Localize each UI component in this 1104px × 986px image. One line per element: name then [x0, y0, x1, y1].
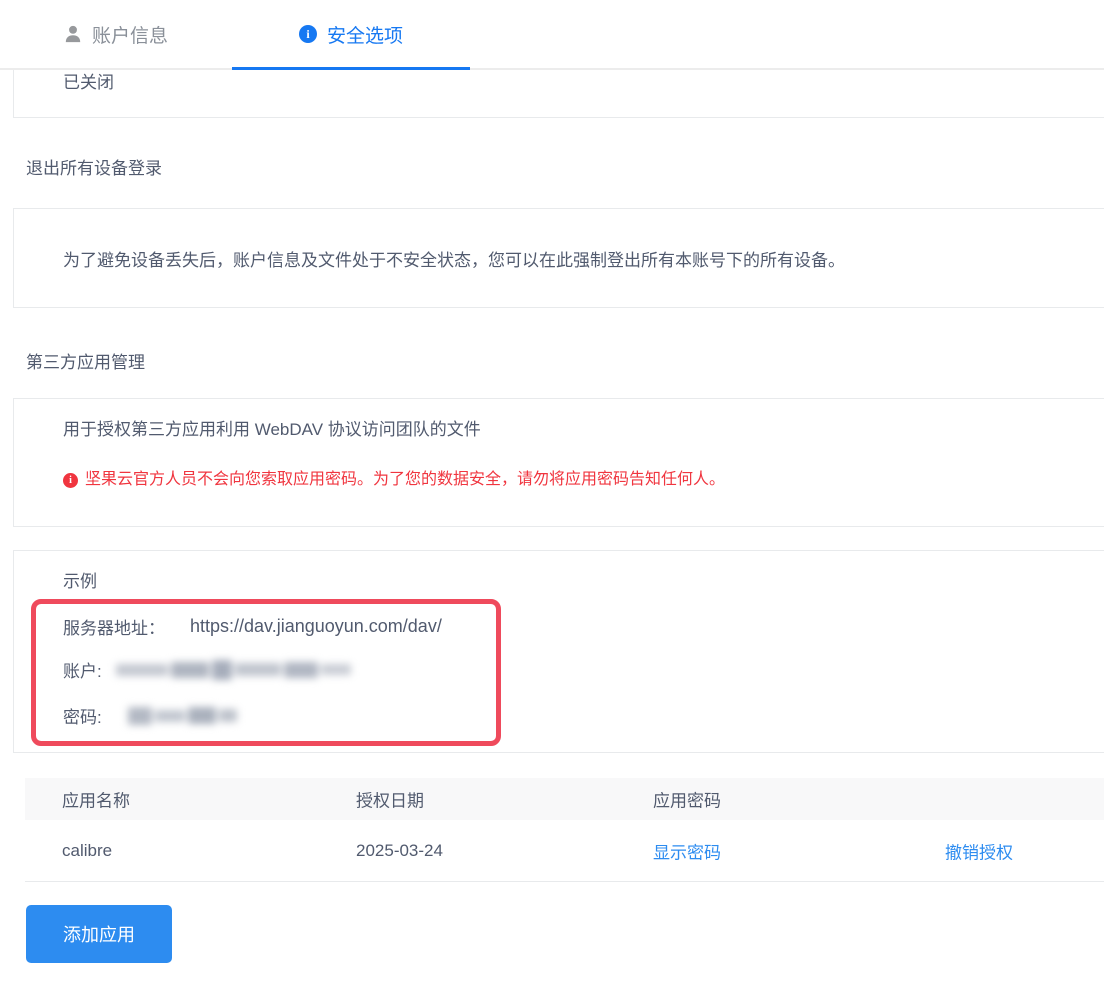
logout-panel: 为了避免设备丢失后，账户信息及文件处于不安全状态，您可以在此强制登出所有本账号下… [13, 208, 1104, 308]
server-address-value: https://dav.jianguoyun.com/dav/ [190, 616, 442, 636]
header-auth-date: 授权日期 [356, 791, 424, 811]
show-password-link[interactable]: 显示密码 [653, 838, 721, 863]
security-settings-page: 账户信息 i 安全选项 已关闭 退出所有设备登录 为了避免设备丢失后，账户信息及… [0, 0, 1104, 986]
header-app-name: 应用名称 [62, 791, 130, 811]
tab-bar: 账户信息 i 安全选项 [0, 0, 1104, 70]
table-row: calibre 2025-03-24 显示密码 撤销授权 [25, 820, 1104, 882]
two-step-status-panel: 已关闭 [13, 70, 1104, 118]
logout-description: 为了避免设备丢失后，账户信息及文件处于不安全状态，您可以在此强制登出所有本账号下… [63, 250, 845, 270]
tab-account-info[interactable]: 账户信息 [0, 0, 232, 68]
server-address-row: 服务器地址： https://dav.jianguoyun.com/dav/ [63, 614, 442, 639]
tab-security-label: 安全选项 [326, 25, 403, 47]
security-warning-text: 坚果云官方人员不会向您索取应用密码。为了您的数据安全，请勿将应用密码告知任何人。 [85, 471, 726, 488]
webdav-panel: 用于授权第三方应用利用 WebDAV 协议访问团队的文件 i 坚果云官方人员不会… [13, 398, 1104, 527]
server-address-label: 服务器地址： [63, 619, 165, 638]
webdav-example-panel: 示例 服务器地址： https://dav.jianguoyun.com/dav… [13, 550, 1104, 753]
account-label: 账户: [63, 662, 102, 681]
two-step-status-text: 已关闭 [63, 73, 114, 92]
webdav-description: 用于授权第三方应用利用 WebDAV 协议访问团队的文件 [63, 420, 481, 439]
example-title: 示例 [63, 572, 97, 591]
third-party-section-title: 第三方应用管理 [26, 353, 145, 372]
info-icon: i [298, 25, 317, 43]
app-name-cell: calibre [62, 840, 113, 860]
password-row: 密码: [63, 703, 237, 728]
person-icon [64, 25, 82, 43]
redacted-account-value [115, 657, 351, 682]
tab-account-label: 账户信息 [91, 25, 168, 47]
security-warning-row: i 坚果云官方人员不会向您索取应用密码。为了您的数据安全，请勿将应用密码告知任何… [63, 469, 725, 491]
account-row: 账户: [63, 657, 351, 682]
auth-date-cell: 2025-03-24 [356, 840, 443, 860]
header-app-password: 应用密码 [653, 791, 721, 811]
table-header-row: 应用名称 授权日期 应用密码 [25, 778, 1104, 820]
authorized-apps-table: 应用名称 授权日期 应用密码 calibre 2025-03-24 显示密码 撤… [25, 778, 1104, 882]
add-app-button[interactable]: 添加应用 [26, 905, 172, 963]
logout-section-title: 退出所有设备登录 [26, 159, 162, 178]
tab-security-options[interactable]: i 安全选项 [232, 0, 470, 68]
redacted-password-value [127, 703, 237, 728]
password-label: 密码: [63, 708, 102, 727]
warning-icon: i [63, 472, 78, 488]
revoke-auth-link[interactable]: 撤销授权 [945, 838, 1013, 863]
